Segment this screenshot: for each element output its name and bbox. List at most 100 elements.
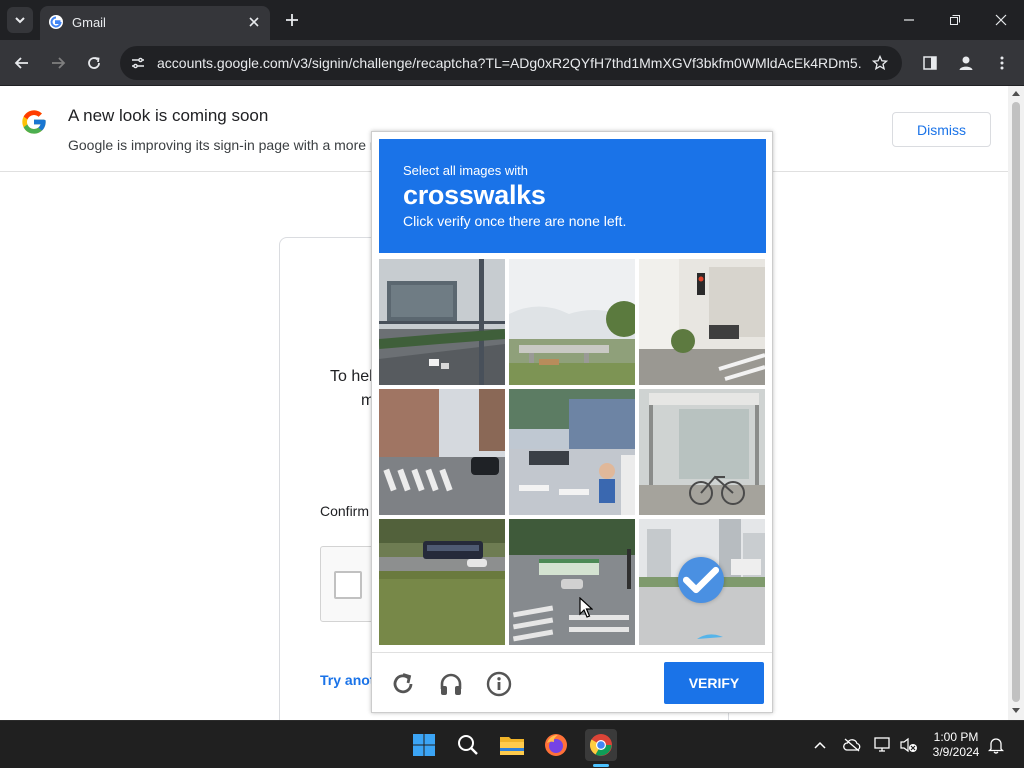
- tile-image: [509, 519, 635, 645]
- start-button[interactable]: [408, 729, 440, 761]
- notifications-button[interactable]: [986, 735, 1006, 755]
- onedrive-tray-button[interactable]: [842, 735, 862, 755]
- taskbar-clock[interactable]: 1:00 PM 3/9/2024: [924, 730, 988, 760]
- chrome-icon: [590, 734, 612, 756]
- reload-icon: [393, 673, 413, 694]
- image-tile[interactable]: [379, 389, 505, 515]
- challenge-detail: Click verify once there are none left.: [403, 213, 627, 229]
- banner-subtitle: Google is improving its sign-in page wit…: [68, 137, 375, 153]
- url-text: accounts.google.com/v3/signin/challenge/…: [157, 55, 862, 71]
- image-tile[interactable]: [509, 389, 635, 515]
- clock-date: 3/9/2024: [932, 745, 980, 759]
- restore-icon: [950, 15, 960, 25]
- browser-toolbar: accounts.google.com/v3/signin/challenge/…: [0, 40, 1024, 86]
- firefox-button[interactable]: [540, 729, 572, 761]
- checkmark-icon: [682, 566, 720, 594]
- google-logo-icon: [22, 110, 46, 134]
- browser-tabstrip: Gmail: [0, 0, 1024, 40]
- scroll-down-icon[interactable]: [1012, 708, 1020, 714]
- file-explorer-button[interactable]: [496, 729, 528, 761]
- tile-image: [639, 259, 765, 385]
- taskbar-search-button[interactable]: [452, 729, 484, 761]
- tile-image: [639, 389, 765, 515]
- active-app-indicator: [593, 764, 609, 767]
- image-tile[interactable]: [509, 519, 635, 645]
- recaptcha-challenge: Select all images with crosswalks Click …: [371, 131, 773, 713]
- dismiss-button[interactable]: Dismiss: [892, 112, 991, 147]
- tile-image: [379, 389, 505, 515]
- window-close-button[interactable]: [989, 8, 1013, 32]
- image-tile[interactable]: [379, 259, 505, 385]
- minimize-icon: [904, 19, 914, 21]
- close-icon[interactable]: [246, 14, 262, 30]
- banner-title: A new look is coming soon: [68, 106, 269, 125]
- address-bar[interactable]: accounts.google.com/v3/signin/challenge/…: [120, 46, 902, 80]
- reload-challenge-button[interactable]: [389, 670, 417, 698]
- selected-check: [678, 557, 724, 603]
- image-tile[interactable]: [639, 389, 765, 515]
- audio-challenge-button[interactable]: [437, 670, 465, 698]
- confirm-label: Confirm: [320, 503, 370, 519]
- show-hidden-icons-button[interactable]: [810, 735, 830, 755]
- scroll-thumb[interactable]: [1012, 102, 1020, 702]
- windows-taskbar: 1:00 PM 3/9/2024: [0, 720, 1024, 768]
- tile-image: [379, 519, 505, 645]
- volume-tray-button[interactable]: [899, 735, 919, 755]
- forward-button[interactable]: [46, 51, 70, 75]
- chevron-up-icon: [814, 741, 826, 749]
- page-scrollbar[interactable]: [1008, 86, 1024, 720]
- close-icon: [995, 14, 1007, 26]
- tile-image: [509, 259, 635, 385]
- clock-time: 1:00 PM: [933, 730, 979, 744]
- profile-icon: [959, 56, 973, 70]
- arrow-right-icon: [52, 57, 66, 69]
- network-disconnected-icon: [874, 737, 890, 752]
- challenge-target: crosswalks: [403, 180, 546, 210]
- image-tile[interactable]: [509, 259, 635, 385]
- verify-button[interactable]: VERIFY: [664, 662, 764, 704]
- info-button[interactable]: [485, 670, 513, 698]
- site-settings-icon[interactable]: [130, 55, 146, 71]
- try-another-way-link[interactable]: Try anot: [320, 672, 374, 688]
- network-tray-button[interactable]: [873, 735, 893, 755]
- image-tile[interactable]: [639, 259, 765, 385]
- tab-search-button[interactable]: [7, 7, 33, 33]
- chevron-down-icon: [15, 17, 25, 24]
- new-tab-icon[interactable]: [282, 10, 302, 30]
- bell-icon: [988, 738, 1004, 754]
- firefox-icon: [545, 734, 567, 756]
- minimize-button[interactable]: [897, 8, 921, 32]
- signin-help-text: To hel: [330, 368, 373, 385]
- menu-button[interactable]: [990, 51, 1014, 75]
- challenge-header: Select all images with crosswalks Click …: [379, 139, 766, 253]
- tile-image: [509, 389, 635, 515]
- reload-button[interactable]: [82, 51, 106, 75]
- side-panel-icon: [923, 56, 937, 70]
- image-tile[interactable]: [379, 519, 505, 645]
- profile-button[interactable]: [954, 51, 978, 75]
- image-tile-selected[interactable]: [639, 519, 765, 645]
- tab-gmail[interactable]: Gmail: [40, 6, 270, 40]
- mouse-cursor-icon: [579, 597, 593, 618]
- search-icon: [458, 735, 478, 755]
- chrome-button[interactable]: [585, 729, 617, 761]
- recaptcha-checkbox[interactable]: [334, 571, 362, 599]
- headphones-icon: [440, 673, 462, 695]
- info-icon: [486, 671, 512, 697]
- side-panel-button[interactable]: [918, 51, 942, 75]
- restore-button[interactable]: [943, 8, 967, 32]
- folder-icon: [500, 737, 524, 755]
- challenge-footer: VERIFY: [372, 652, 772, 713]
- image-grid: [379, 259, 766, 646]
- bookmark-star-icon[interactable]: [872, 55, 888, 71]
- kebab-menu-icon: [1000, 56, 1004, 70]
- speaker-muted-icon: [900, 737, 917, 753]
- reload-icon: [88, 57, 100, 69]
- challenge-instruction: Select all images with: [403, 163, 528, 178]
- google-favicon-icon: [49, 15, 63, 29]
- back-button[interactable]: [10, 51, 34, 75]
- scroll-up-icon[interactable]: [1012, 90, 1020, 96]
- arrow-left-icon: [14, 57, 28, 69]
- cloud-offline-icon: [843, 738, 861, 752]
- tab-title: Gmail: [72, 15, 106, 30]
